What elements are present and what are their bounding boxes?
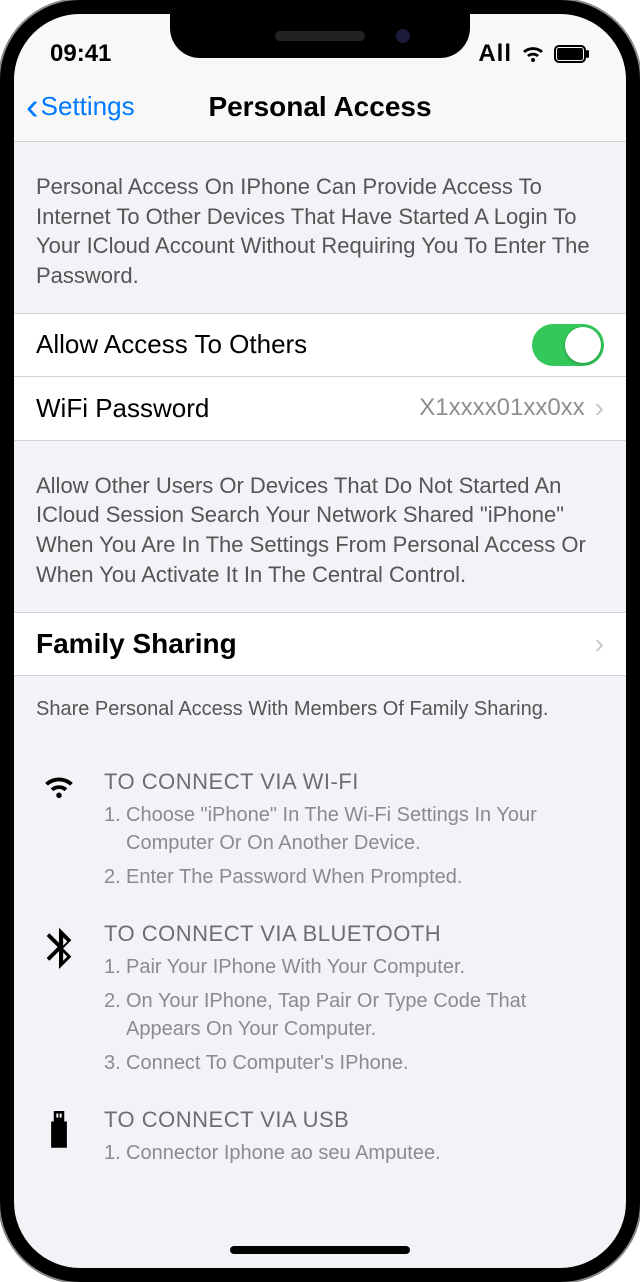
nav-header: ‹ Settings Personal Access	[14, 72, 626, 142]
section-description-allow: Allow Other Users Or Devices That Do Not…	[14, 441, 626, 612]
instruction-bluetooth: TO CONNECT VIA BLUETOOTH Pair Your IPhon…	[36, 921, 604, 1083]
instruction-usb: TO CONNECT VIA USB Connector Iphone ao s…	[36, 1107, 604, 1173]
front-camera	[396, 29, 410, 43]
instruction-step: On Your IPhone, Tap Pair Or Type Code Th…	[104, 987, 604, 1043]
status-carrier: All	[478, 40, 512, 68]
instruction-step: Choose "iPhone" In The Wi-Fi Settings In…	[104, 801, 604, 857]
status-time: 09:41	[50, 40, 111, 68]
battery-icon	[554, 45, 590, 63]
row-label: Family Sharing	[36, 628, 595, 660]
toggle-allow-access[interactable]	[532, 324, 604, 366]
instructions: TO CONNECT VIA WI-FI Choose "iPhone" In …	[14, 769, 626, 1199]
instruction-title: TO CONNECT VIA USB	[104, 1107, 604, 1133]
section-description-family: Share Personal Access With Members Of Fa…	[14, 676, 626, 745]
usb-icon	[36, 1107, 82, 1173]
chevron-left-icon: ‹	[26, 88, 39, 126]
notch	[170, 14, 470, 58]
home-indicator	[230, 1246, 410, 1254]
wifi-icon	[520, 44, 546, 64]
bluetooth-icon	[36, 921, 82, 1083]
chevron-right-icon: ›	[595, 392, 604, 424]
device-frame: 09:41 All ‹ Settings Personal Access Per…	[0, 0, 640, 1282]
instruction-step: Connect To Computer's IPhone.	[104, 1049, 604, 1077]
content: Personal Access On IPhone Can Provide Ac…	[14, 142, 626, 1268]
instruction-title: TO CONNECT VIA WI-FI	[104, 769, 604, 795]
row-allow-access[interactable]: Allow Access To Others	[14, 313, 626, 377]
instruction-step: Enter The Password When Prompted.	[104, 863, 604, 891]
row-label: WiFi Password	[36, 393, 419, 424]
volume-button	[0, 234, 2, 304]
chevron-right-icon: ›	[595, 628, 604, 660]
back-button[interactable]: ‹ Settings	[26, 88, 135, 126]
row-family-sharing[interactable]: Family Sharing ›	[14, 612, 626, 676]
section-description-top: Personal Access On IPhone Can Provide Ac…	[14, 142, 626, 313]
instruction-wifi: TO CONNECT VIA WI-FI Choose "iPhone" In …	[36, 769, 604, 897]
back-label: Settings	[41, 91, 135, 122]
toggle-knob	[565, 327, 601, 363]
row-value: X1xxxx01xx0xx	[419, 394, 584, 422]
screen: 09:41 All ‹ Settings Personal Access Per…	[14, 14, 626, 1268]
volume-button	[0, 454, 2, 564]
row-label: Allow Access To Others	[36, 329, 532, 360]
wifi-icon	[36, 769, 82, 897]
earpiece	[275, 31, 365, 41]
row-wifi-password[interactable]: WiFi Password X1xxxx01xx0xx ›	[14, 377, 626, 441]
instruction-step: Connector Iphone ao seu Amputee.	[104, 1139, 604, 1167]
volume-button	[0, 324, 2, 434]
instruction-title: TO CONNECT VIA BLUETOOTH	[104, 921, 604, 947]
instruction-step: Pair Your IPhone With Your Computer.	[104, 953, 604, 981]
